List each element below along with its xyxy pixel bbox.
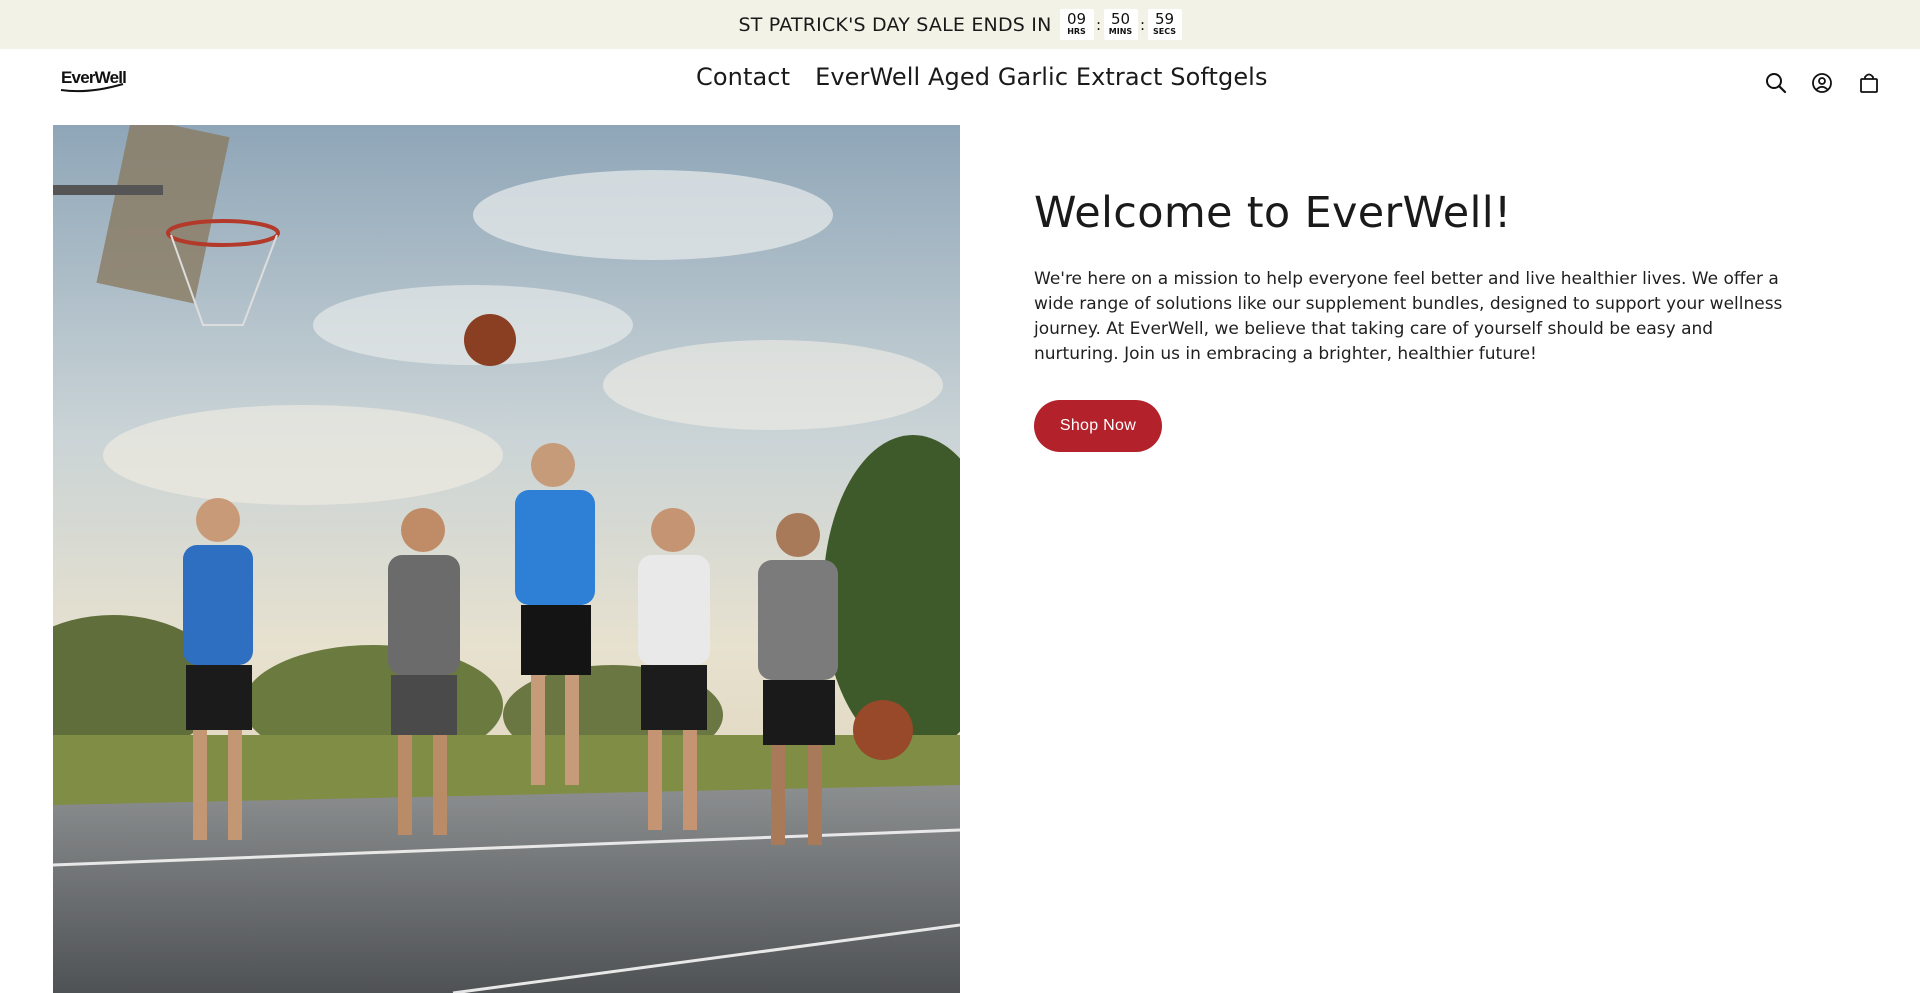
countdown-minutes-label: MINS — [1108, 27, 1133, 36]
announcement-bar: ST PATRICK'S DAY SALE ENDS IN 09 HRS : 5… — [0, 0, 1920, 49]
countdown-separator: : — [1095, 15, 1102, 34]
main-nav: Contact EverWell Aged Garlic Extract Sof… — [696, 63, 1268, 91]
countdown-separator: : — [1139, 15, 1146, 34]
hero-image — [53, 125, 960, 993]
cart-icon[interactable] — [1855, 69, 1883, 97]
countdown-seconds-value: 59 — [1154, 10, 1175, 28]
countdown-hours-label: HRS — [1067, 27, 1086, 36]
nav-link-garlic-softgels[interactable]: EverWell Aged Garlic Extract Softgels — [815, 63, 1267, 91]
shop-now-button[interactable]: Shop Now — [1034, 400, 1162, 452]
nav-link-contact[interactable]: Contact — [696, 63, 790, 91]
hero-description: We're here on a mission to help everyone… — [1034, 269, 1783, 364]
search-icon[interactable] — [1762, 69, 1790, 97]
countdown-hours: 09 HRS — [1059, 9, 1094, 40]
site-logo[interactable]: EverWell — [59, 65, 127, 95]
site-header: EverWell Contact EverWell Aged Garlic Ex… — [0, 49, 1920, 125]
hero-content: Welcome to EverWell! We're here on a mis… — [1034, 185, 1794, 452]
hero-title: Welcome to EverWell! — [1034, 188, 1512, 238]
countdown-seconds: 59 SECS — [1147, 9, 1182, 40]
countdown-hours-value: 09 — [1066, 10, 1087, 28]
announcement-text: ST PATRICK'S DAY SALE ENDS IN — [738, 13, 1052, 36]
countdown-seconds-label: SECS — [1152, 27, 1176, 36]
header-icons — [1720, 69, 1920, 109]
account-icon[interactable] — [1808, 69, 1836, 97]
countdown-minutes-value: 50 — [1110, 10, 1131, 28]
logo-swoosh-icon — [60, 83, 124, 93]
basketball-photo — [53, 125, 960, 993]
countdown-minutes: 50 MINS — [1103, 9, 1138, 40]
